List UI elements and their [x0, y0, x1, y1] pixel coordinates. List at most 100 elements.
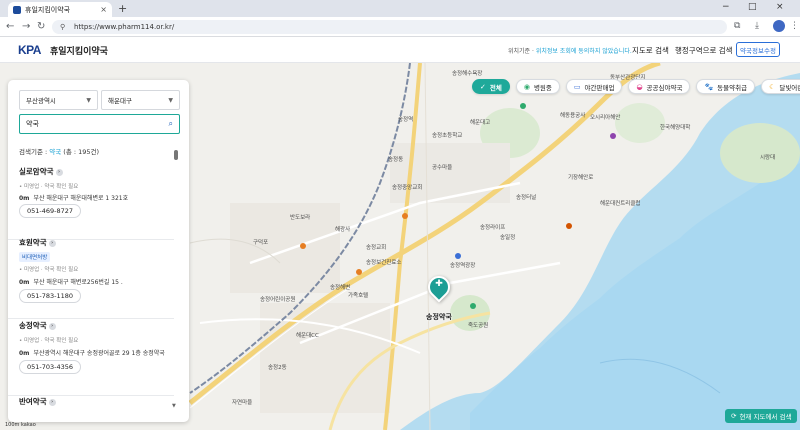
pill-icon: ✚ [435, 279, 443, 289]
admin-search-link[interactable]: 행정구역으로 검색 [675, 45, 733, 56]
non-face-to-face-badge: 비대면처방 [19, 252, 51, 262]
criteria-count: (총 : 195건) [63, 148, 100, 156]
filter-chip-open[interactable]: ◉ 병원중 [515, 79, 560, 94]
extensions-icon[interactable]: ⧉ [734, 21, 740, 31]
minimize-button[interactable]: − [722, 2, 730, 12]
menu-kebab-icon[interactable]: ⋮ [790, 21, 799, 31]
map-label: 해운대CC [296, 333, 319, 339]
pharmacy-address: 0m 부산광역시 해운대구 송정광어골로 29 1층 송정약국 [19, 348, 165, 357]
filter-chip-label: 전체 [489, 83, 502, 92]
filter-chip-night[interactable]: ▭ 야간판매업 [565, 79, 623, 94]
search-this-area-button[interactable]: ⟳ 현재 지도에서 검색 [725, 409, 798, 423]
address-bar[interactable]: ⚲ https://www.pharm114.or.kr/ [52, 20, 727, 34]
forward-arrow-icon[interactable]: → [22, 21, 30, 32]
poi-icon[interactable] [520, 103, 526, 109]
scrollbar-thumb[interactable] [174, 150, 178, 160]
search-this-area-label: 현재 지도에서 검색 [739, 413, 792, 421]
map-search-link[interactable]: 지도로 검색 [632, 45, 669, 56]
profile-avatar[interactable] [773, 20, 785, 32]
pharmacy-address-text: 부산 해운대구 해변로256번길 15 . [33, 279, 123, 286]
site-name[interactable]: 휴일지킴이약국 [50, 44, 108, 57]
pharmacy-phone-button[interactable]: 051-703-4356 [19, 360, 82, 374]
poi-icon[interactable] [402, 213, 408, 219]
poi-icon[interactable] [566, 223, 572, 229]
results-scrollbar[interactable] [174, 150, 178, 410]
criteria-prefix: 검색기준 : [19, 148, 50, 156]
download-icon[interactable]: ⤓ [755, 21, 759, 31]
map-label: 송정역광장 [450, 263, 476, 269]
map-label: 송정해수욕장 [452, 71, 483, 77]
back-arrow-icon[interactable]: ← [6, 21, 14, 32]
search-icon[interactable]: ⌕ [169, 119, 173, 129]
region-select[interactable]: 부산광역시 ▼ [19, 90, 98, 110]
pharmacy-address-text: 부산 해운대구 해운대해변로 1 321호 [33, 195, 129, 202]
tab-title: 휴일지킴이약국 [25, 5, 71, 14]
edit-pharmacy-info-button[interactable]: 약국정보수정 [736, 42, 780, 57]
map-label: 반도보라 [290, 215, 311, 221]
result-sidebar: 부산광역시 ▼ 해운대구 ▼ 약국 ⌕ 검색기준 : 약국 (총 : 195건)… [8, 80, 189, 422]
pharmacy-hours: • 미영업 · 약국 확인 필요 [19, 338, 79, 344]
pharmacy-result-item[interactable]: 반여약국 › [8, 394, 174, 422]
map-label: 해광사 [335, 227, 351, 233]
map-label: 해동용궁사 [560, 113, 586, 119]
map-label: 송일정 [500, 235, 516, 241]
map-label: 송정터널 [516, 195, 537, 201]
pharmacy-phone-button[interactable]: 051-469-8727 [19, 204, 82, 218]
poi-icon[interactable] [610, 133, 616, 139]
pharmacy-address: 0m 부산 해운대구 해변로256번길 15 . [19, 277, 123, 286]
criteria-keyword: 약국 [49, 148, 62, 156]
browser-toolbar: ← → ↻ ⚲ https://www.pharm114.or.kr/ ⧉ ⤓ … [0, 17, 800, 37]
poi-icon[interactable] [455, 253, 461, 259]
map-label: 송정2동 [268, 365, 287, 371]
map-label: 기장해안로 [568, 175, 594, 181]
close-window-button[interactable]: × [776, 2, 784, 12]
new-tab-button[interactable]: + [118, 2, 127, 15]
filter-chip-label: 동물약취급 [717, 83, 748, 92]
pharmacy-name[interactable]: 효원약국 › [19, 237, 56, 248]
site-favicon-icon [13, 5, 21, 14]
map-label: 송정해변 [330, 285, 351, 291]
filter-chip-label: 야간판매업 [584, 83, 615, 92]
map-label: 해운대고 [470, 120, 491, 126]
district-select[interactable]: 해운대구 ▼ [101, 90, 180, 110]
filter-chip-public-night[interactable]: ◒ 공공심야약국 [628, 79, 691, 94]
map-label: 가족호텔 [348, 293, 369, 299]
pharmacy-result-item[interactable]: 효원약국 › 비대면처방 • 미영업 · 약국 확인 필요 0m 부산 해운대구 해… [8, 237, 174, 319]
filter-chip-all[interactable]: ✓ 전체 [472, 79, 510, 94]
location-note-prefix: 위치기준 · [508, 48, 536, 55]
reload-icon[interactable]: ↻ [37, 21, 45, 32]
crescent-moon-icon: ☾ [769, 82, 776, 91]
pharmacy-hours: • 미영업 · 약국 확인 필요 [19, 184, 79, 190]
pharmacy-phone-button[interactable]: 051-783-1180 [19, 289, 82, 303]
pharmacy-name[interactable]: 반여약국 › [19, 396, 56, 407]
pharmacy-name-text: 송정약국 [19, 321, 47, 330]
filter-chip-animal[interactable]: 🐾 동물약취급 [696, 79, 756, 94]
poi-icon[interactable] [300, 243, 306, 249]
maximize-button[interactable]: □ [748, 2, 757, 12]
location-note: 위치기준 · 위치정보 조회에 동의하지 않았습니다. [508, 46, 632, 55]
pharmacy-result-item[interactable]: 송정약국 › • 미영업 · 약국 확인 필요 0m 부산광역시 해운대구 송정광어… [8, 320, 174, 396]
pharmacy-result-item[interactable]: 실로암약국 › • 미영업 · 약국 확인 필요 0m 부산 해운대구 해운대해변로… [8, 166, 174, 240]
poi-icon[interactable] [470, 303, 476, 309]
kpa-logo[interactable]: KPA [18, 43, 41, 57]
pharmacy-name[interactable]: 실로암약국 › [19, 166, 63, 177]
poi-icon[interactable] [356, 269, 362, 275]
filter-chip-moonlight[interactable]: ☾달빛어린이약국 [761, 79, 800, 94]
map-label: 송정라이프 [480, 225, 506, 231]
search-criteria: 검색기준 : 약국 (총 : 195건) [19, 146, 99, 156]
map-label: 송정보건진료소 [366, 260, 402, 266]
filter-chip-label: 달빛어린이약국 [779, 83, 800, 92]
chevron-right-icon: › [48, 399, 56, 406]
marker-label: 송정약국 [426, 313, 452, 321]
browser-tab[interactable]: 휴일지킴이약국 × [8, 2, 112, 17]
tab-close-icon[interactable]: × [100, 5, 107, 14]
pharmacy-search-input[interactable]: 약국 ⌕ [19, 114, 180, 134]
pharmacy-name-text: 반여약국 [19, 397, 47, 406]
pharmacy-name[interactable]: 송정약국 › [19, 320, 56, 331]
store-icon: ▭ [573, 82, 581, 91]
site-info-icon[interactable]: ⚲ [60, 23, 68, 31]
location-note-highlight: 위치정보 조회에 동의하지 않았습니다. [535, 48, 632, 55]
map-label: 죽도공원 [468, 323, 489, 329]
url-text: https://www.pharm114.or.kr/ [74, 23, 175, 31]
search-input-value: 약국 [26, 120, 39, 128]
